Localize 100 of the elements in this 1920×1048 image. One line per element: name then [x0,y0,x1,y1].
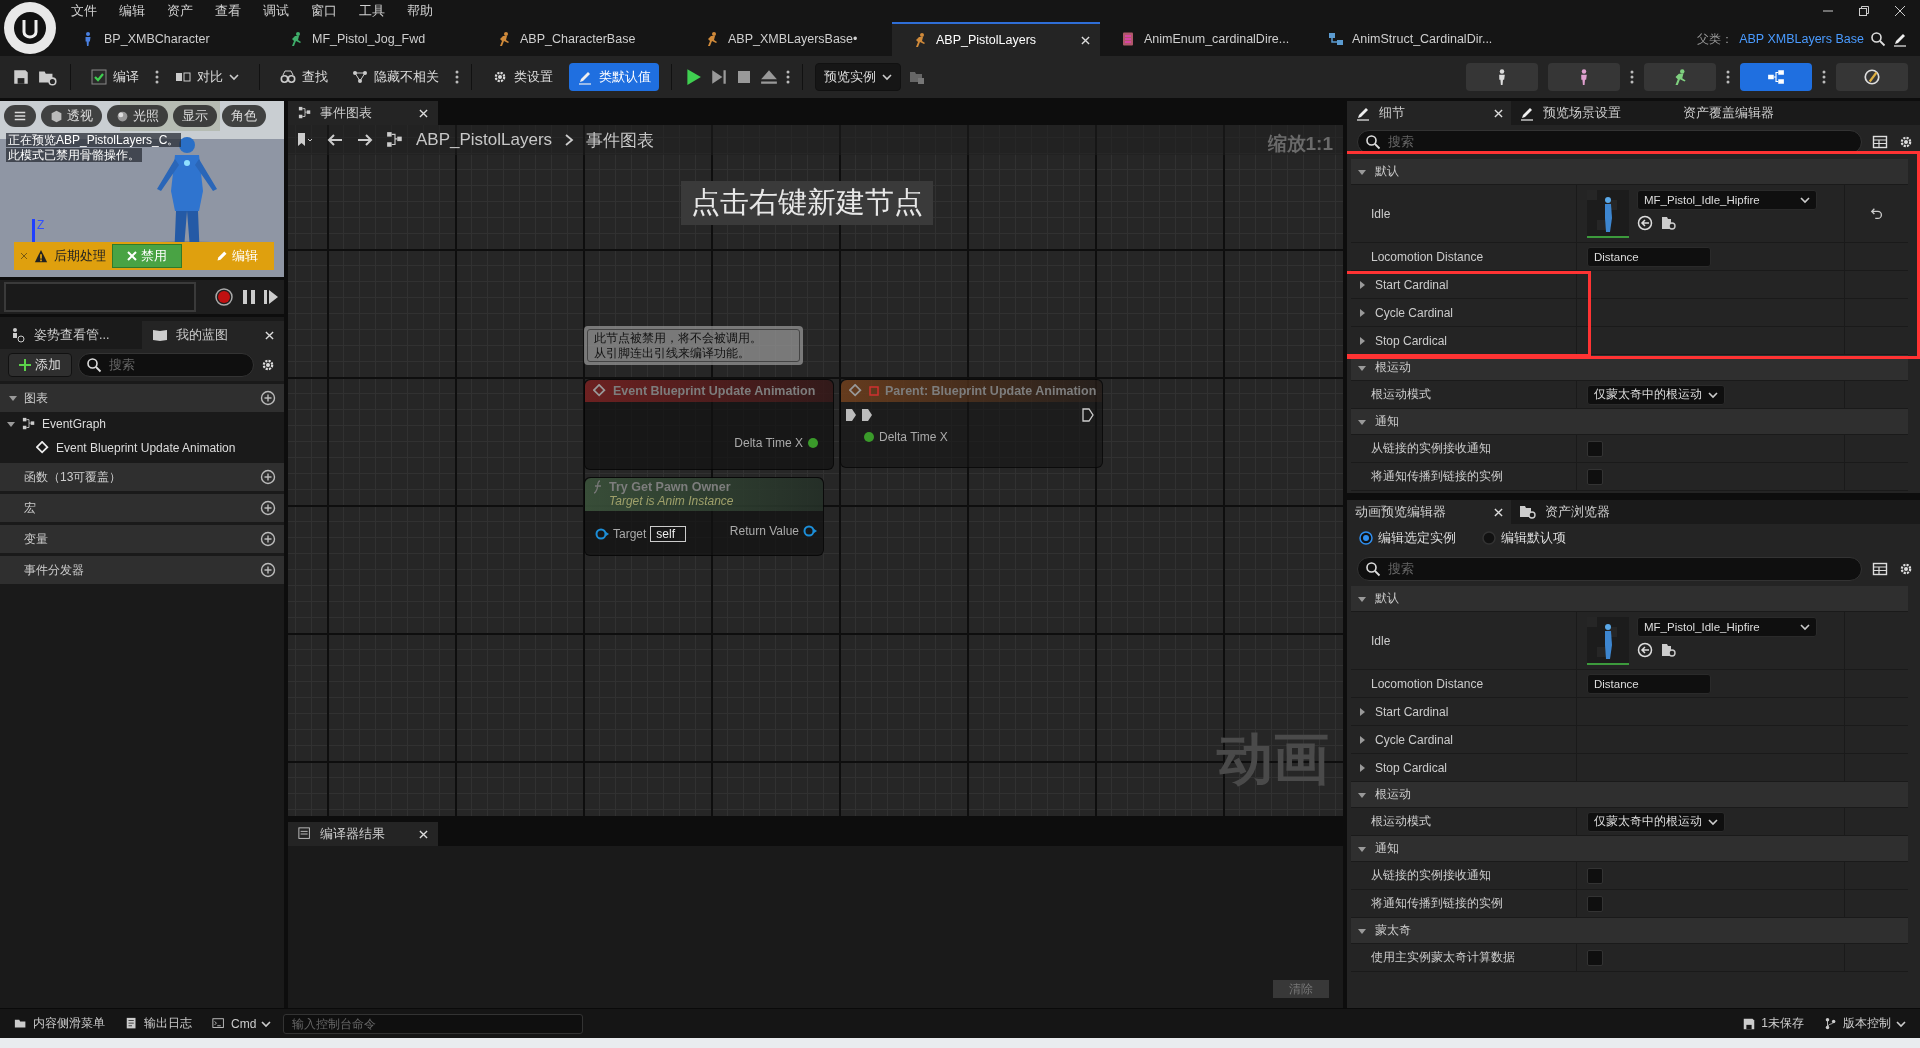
panel-tab[interactable]: 资产浏览器 [1511,500,1675,524]
function-node[interactable]: Try Get Pawn Owner Target is Anim Instance Target self Return Value [584,477,824,556]
mode-button[interactable] [1836,63,1908,91]
section-header[interactable]: 函数（13可覆盖） [0,463,284,491]
table-icon[interactable] [1872,134,1888,150]
menu-item[interactable]: 查看 [204,2,252,20]
section-header[interactable]: 变量 [0,525,284,553]
mode-dropdown[interactable]: 仅蒙太奇中的根运动 [1587,811,1725,832]
section-header[interactable]: 默认 [1351,586,1908,612]
document-tab[interactable]: MF_Pistol_Jog_Fwd [268,22,476,56]
add-button[interactable]: 添加 [8,353,72,377]
viewport-button[interactable]: 光照 [107,105,168,127]
parent-class-link[interactable]: ABP XMBLayers Base [1739,32,1864,46]
diff-button[interactable]: 对比 [167,63,247,91]
search-field[interactable]: 搜索 [78,353,254,377]
app-logo[interactable] [4,2,56,54]
add-icon[interactable] [260,531,276,547]
radio-option[interactable]: 编辑选定实例 [1353,528,1462,548]
browse-icon[interactable] [38,68,58,86]
class-settings-button[interactable]: 类设置 [484,63,561,91]
document-tab[interactable]: ABP_PistolLayers [892,22,1100,56]
menu-item[interactable]: 文件 [60,2,108,20]
step-icon[interactable] [710,68,728,86]
viewport-button[interactable]: 透视 [41,105,102,127]
eject-icon[interactable] [760,68,778,86]
settings-icon[interactable] [1898,561,1914,577]
section-header[interactable]: 事件分发器 [0,556,284,584]
pause-icon[interactable] [242,289,256,305]
expand-arrow-icon[interactable] [1357,307,1367,318]
section-header[interactable]: 根运动 [1351,782,1908,808]
checkbox[interactable] [1587,895,1603,912]
viewport-button[interactable]: 显示 [173,105,217,127]
more-icon[interactable] [1822,69,1826,85]
expand-arrow-icon[interactable] [1357,279,1367,290]
breadcrumb[interactable]: 事件图表 [586,128,655,152]
back-arrow-icon[interactable] [326,132,344,148]
bookmark-icon[interactable] [296,132,314,148]
add-icon[interactable] [260,390,276,406]
menu-item[interactable]: 帮助 [396,2,444,20]
save-icon[interactable] [12,68,30,86]
section-header[interactable]: 宏 [0,494,284,522]
section-header[interactable]: 通知 [1351,836,1908,862]
collapse-arrow-icon[interactable] [6,419,16,429]
more-icon[interactable] [155,69,159,85]
add-icon[interactable] [260,562,276,578]
debug-icon[interactable] [909,69,925,85]
menu-item[interactable]: 工具 [348,2,396,20]
checkbox[interactable] [1587,867,1603,884]
asset-dropdown[interactable]: MF_Pistol_Idle_Hipfire [1637,190,1817,210]
expand-arrow-icon[interactable] [1357,706,1367,717]
panel-tab[interactable]: 细节 [1347,101,1511,125]
text-field[interactable]: Distance [1587,246,1711,267]
expand-arrow-icon[interactable] [1357,335,1367,346]
checkbox[interactable] [1587,949,1603,966]
pin-value-field[interactable]: self [650,526,687,542]
panel-tab[interactable]: 资产覆盖编辑器 [1675,101,1839,125]
add-icon[interactable] [260,500,276,516]
expand-arrow-icon[interactable] [1357,734,1367,745]
document-tab[interactable]: ABP_CharacterBase [476,22,684,56]
breadcrumb[interactable]: ABP_PistolLayers [416,130,553,150]
preview-instance-dropdown[interactable]: 预览实例 [815,63,901,91]
panel-tab[interactable]: 动画预览编辑器 [1347,500,1511,524]
asset-dropdown[interactable]: MF_Pistol_Idle_Hipfire [1637,617,1817,637]
mode-dropdown[interactable]: 仅蒙太奇中的根运动 [1587,384,1725,405]
collapse-arrow-icon[interactable] [8,393,18,403]
reset-arrow-icon[interactable] [1869,207,1884,221]
output-log-button[interactable]: 输出日志 [117,1011,200,1036]
console-input[interactable]: 输入控制台命令 [283,1013,584,1034]
play-icon[interactable] [684,68,702,86]
checkbox[interactable] [1587,440,1603,457]
content-drawer-button[interactable]: 内容侧滑菜单 [6,1011,113,1036]
mode-button[interactable] [1466,63,1538,91]
class-defaults-button[interactable]: 类默认值 [569,63,659,91]
search-field[interactable]: 搜索 [1357,557,1862,581]
section-header[interactable]: 默认 [1351,159,1908,185]
menu-item[interactable]: 编辑 [108,2,156,20]
parent-node[interactable]: Parent: Blueprint Update Animation Delta Time X [840,379,1103,468]
stop-icon[interactable] [736,69,752,85]
add-icon[interactable] [260,469,276,485]
mode-button[interactable] [1740,63,1812,91]
settings-icon[interactable] [1898,134,1914,150]
more-icon[interactable] [1726,69,1730,85]
search-field[interactable]: 搜索 [1357,130,1862,154]
step-icon[interactable] [264,289,278,305]
compile-button[interactable]: 编译 [83,63,147,91]
document-tab[interactable]: ABP_XMBLayersBase• [684,22,892,56]
table-icon[interactable] [1872,561,1888,577]
event-node[interactable]: Event Blueprint Update Animation Delta Time X [584,379,834,470]
viewport-menu-button[interactable] [4,105,36,127]
restore-icon[interactable] [1858,5,1870,17]
use-selected-icon[interactable] [1637,215,1653,231]
find-button[interactable]: 查找 [272,63,336,91]
settings-icon[interactable] [260,357,276,373]
section-header[interactable]: 图表 [0,384,284,412]
more-icon[interactable] [455,69,459,85]
more-icon[interactable] [1630,69,1634,85]
document-tab[interactable]: AnimStruct_CardinalDir... [1308,22,1516,56]
use-selected-icon[interactable] [1637,642,1653,658]
panel-tab[interactable]: 事件图表 [288,101,438,125]
document-tab[interactable]: BP_XMBCharacter [60,22,268,56]
